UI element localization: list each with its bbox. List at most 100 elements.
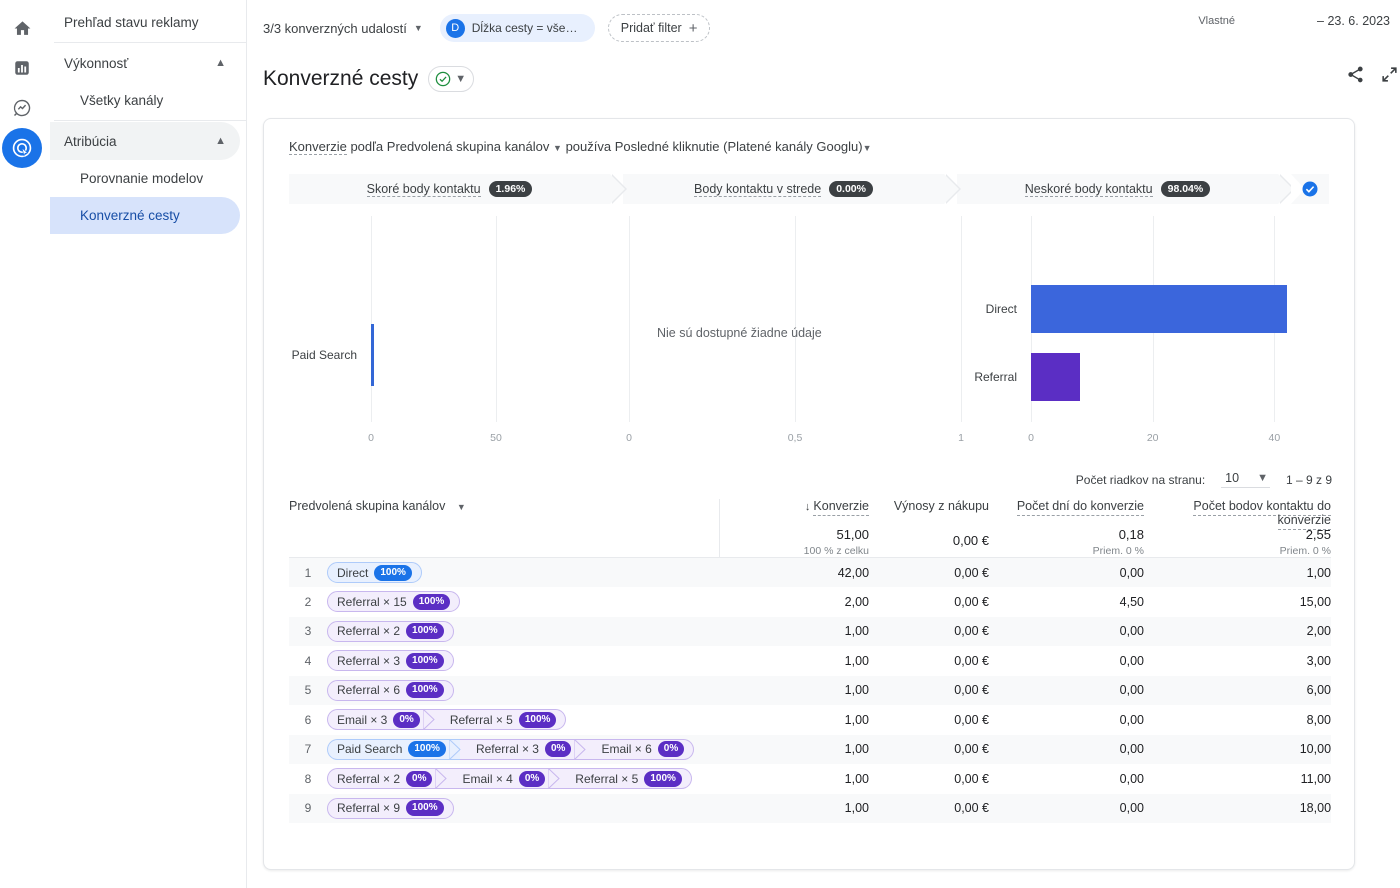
touchpoint-charts: Paid Search050 00,51Nie sú dostupné žiad… — [289, 216, 1331, 444]
column-header-conversions[interactable]: ↓Konverzie — [719, 499, 869, 527]
path-segment[interactable]: Referral × 6100% — [327, 680, 454, 701]
chart-bar[interactable] — [1031, 353, 1080, 401]
table-row[interactable]: 4Referral × 3100%1,000,00 €0,003,00 — [289, 646, 1331, 676]
cell-revenue: 0,00 € — [869, 676, 989, 706]
path-segment[interactable]: Referral × 20% — [327, 768, 446, 789]
chart-bar[interactable] — [1031, 285, 1287, 333]
sidebar-group-performance[interactable]: Výkonnosť ▲ — [50, 44, 240, 82]
nav-divider — [54, 120, 246, 121]
path-segment[interactable]: Referral × 5100% — [434, 709, 567, 730]
column-header-label: Konverzie — [813, 499, 869, 516]
path-segment[interactable]: Referral × 3100% — [327, 650, 454, 671]
path-segment-label: Referral × 3 — [476, 742, 539, 756]
path-segment[interactable]: Referral × 15100% — [327, 591, 460, 612]
conversion-path[interactable]: Email × 30%Referral × 5100% — [327, 709, 566, 730]
conversion-path[interactable]: Referral × 2100% — [327, 621, 454, 642]
home-icon[interactable] — [2, 8, 42, 48]
sidebar-item-all-channels[interactable]: Všetky kanály — [50, 82, 240, 119]
sidebar-group-attribution[interactable]: Atribúcia ▲ — [50, 122, 240, 160]
table-row[interactable]: 6Email × 30%Referral × 5100%1,000,00 €0,… — [289, 705, 1331, 735]
path-cell: Direct100% — [327, 558, 719, 588]
cell-touchpoints: 18,00 — [1144, 794, 1331, 824]
main-content: 3/3 konverzných udalostí ▼ D Dĺžka cesty… — [247, 0, 1400, 888]
conversion-path[interactable]: Referral × 6100% — [327, 680, 454, 701]
page-title-row: Konverzné cesty ▼ — [247, 56, 1400, 102]
summary-dimension-cell — [289, 527, 719, 558]
table-row[interactable]: 7Paid Search100%Referral × 30%Email × 60… — [289, 735, 1331, 765]
card-header-metric[interactable]: Konverzie — [289, 139, 347, 155]
chevron-down-icon[interactable]: ▼ — [863, 143, 872, 153]
chart-bar[interactable] — [371, 324, 374, 386]
path-segment[interactable]: Email × 30% — [327, 709, 434, 730]
path-segment[interactable]: Email × 40% — [446, 768, 559, 789]
card-header-dimension[interactable]: Predvolená skupina kanálov — [387, 139, 550, 154]
stage-label: Skoré body kontaktu — [367, 182, 481, 197]
explore-icon[interactable] — [2, 88, 42, 128]
chevron-down-icon[interactable]: ▼ — [553, 143, 562, 153]
sidebar-group-label: Atribúcia — [64, 134, 117, 149]
column-header-purchase-revenue[interactable]: Výnosy z nákupu — [869, 499, 989, 527]
sidebar-item-ad-health-overview[interactable]: Prehľad stavu reklamy — [50, 4, 240, 41]
table-row[interactable]: 1Direct100%42,000,00 €0,001,00 — [289, 558, 1331, 588]
conversion-path[interactable]: Direct100% — [327, 562, 422, 583]
conversion-path[interactable]: Referral × 20%Email × 40%Referral × 5100… — [327, 768, 692, 789]
path-segment[interactable]: Referral × 5100% — [559, 768, 692, 789]
sidebar-item-model-comparison[interactable]: Porovnanie modelov — [50, 160, 240, 197]
path-segment-percent: 100% — [406, 800, 444, 816]
table-head: Predvolená skupina kanálov ▼ ↓Konverzie … — [289, 499, 1331, 558]
share-icon[interactable] — [1346, 65, 1366, 85]
path-segment[interactable]: Referral × 9 100% — [327, 798, 454, 819]
table-body: 1Direct100%42,000,00 €0,001,002Referral … — [289, 558, 1331, 824]
cell-revenue: 0,00 € — [869, 735, 989, 765]
path-segment-label: Referral × 9 — [337, 801, 400, 815]
table-row[interactable]: 8Referral × 20%Email × 40%Referral × 510… — [289, 764, 1331, 794]
date-range-picker[interactable]: Vlastné – 23. 6. 2023 — [1198, 13, 1390, 28]
path-segment[interactable]: Referral × 2100% — [327, 621, 454, 642]
table-row[interactable]: 2Referral × 15100%2,000,00 €4,5015,00 — [289, 587, 1331, 617]
stage-mid-touchpoints[interactable]: Body kontaktu v strede 0.00% — [623, 174, 944, 204]
rows-per-page-value: 10 — [1225, 471, 1239, 485]
active-filter-chip[interactable]: D Dĺžka cesty = všetky body k... — [440, 14, 595, 42]
expand-icon[interactable] — [1380, 65, 1400, 85]
cell-touchpoints: 11,00 — [1144, 764, 1331, 794]
cell-revenue: 0,00 € — [869, 764, 989, 794]
cell-conversions: 1,00 — [719, 676, 869, 706]
summary-subtext: 100 % z celku — [720, 545, 870, 557]
stage-early-touchpoints[interactable]: Skoré body kontaktu 1.96% — [289, 174, 610, 204]
table-row[interactable]: 5Referral × 6100%1,000,00 €0,006,00 — [289, 676, 1331, 706]
stage-percent: 98.04% — [1161, 181, 1211, 197]
conversion-path[interactable]: Paid Search100%Referral × 30%Email × 60% — [327, 739, 694, 760]
sidebar-nav: Prehľad stavu reklamy Výkonnosť ▲ Všetky… — [44, 0, 247, 888]
column-header-touchpoints-to-conversion[interactable]: Počet bodov kontaktu do konverzie — [1144, 499, 1331, 527]
column-header-dimension[interactable]: Predvolená skupina kanálov ▼ — [289, 499, 719, 527]
path-segment[interactable]: Paid Search100% — [327, 739, 460, 760]
cell-conversions: 1,00 — [719, 617, 869, 647]
rows-per-page-select[interactable]: 10 ▼ — [1221, 471, 1270, 488]
stage-late-touchpoints[interactable]: Neskoré body kontaktu 98.04% — [957, 174, 1278, 204]
path-segment[interactable]: Email × 60% — [585, 739, 694, 760]
column-header-days-to-conversion[interactable]: Počet dní do konverzie — [989, 499, 1144, 527]
conversion-path[interactable]: Referral × 3100% — [327, 650, 454, 671]
chevron-down-icon: ▼ — [455, 74, 466, 85]
advertising-icon[interactable] — [2, 128, 42, 168]
card-header-model[interactable]: Posledné kliknutie (Platené kanály Googl… — [615, 139, 863, 154]
conversion-path[interactable]: Referral × 9 100% — [327, 798, 454, 819]
row-index: 8 — [289, 764, 327, 794]
path-segment-label: Referral × 3 — [337, 654, 400, 668]
conversion-path[interactable]: Referral × 15100% — [327, 591, 460, 612]
table-row[interactable]: 3Referral × 2100%1,000,00 €0,002,00 — [289, 617, 1331, 647]
status-badge[interactable]: ▼ — [428, 66, 474, 92]
cell-touchpoints: 3,00 — [1144, 646, 1331, 676]
date-range-spacer — [1245, 13, 1307, 28]
cell-revenue: 0,00 € — [869, 587, 989, 617]
conversion-events-label: 3/3 konverzných udalostí — [263, 21, 407, 36]
table-row[interactable]: 9Referral × 9100%1,000,00 €0,0018,00 — [289, 794, 1331, 824]
reports-icon[interactable] — [2, 48, 42, 88]
conversion-events-selector[interactable]: 3/3 konverzných udalostí ▼ — [263, 21, 423, 36]
sidebar-item-conversion-paths[interactable]: Konverzné cesty — [50, 197, 240, 234]
path-segment[interactable]: Referral × 30% — [460, 739, 585, 760]
add-filter-button[interactable]: Pridať filter + — [608, 14, 711, 42]
stage-label: Neskoré body kontaktu — [1025, 182, 1153, 197]
row-index: 2 — [289, 587, 327, 617]
path-segment[interactable]: Direct100% — [327, 562, 422, 583]
